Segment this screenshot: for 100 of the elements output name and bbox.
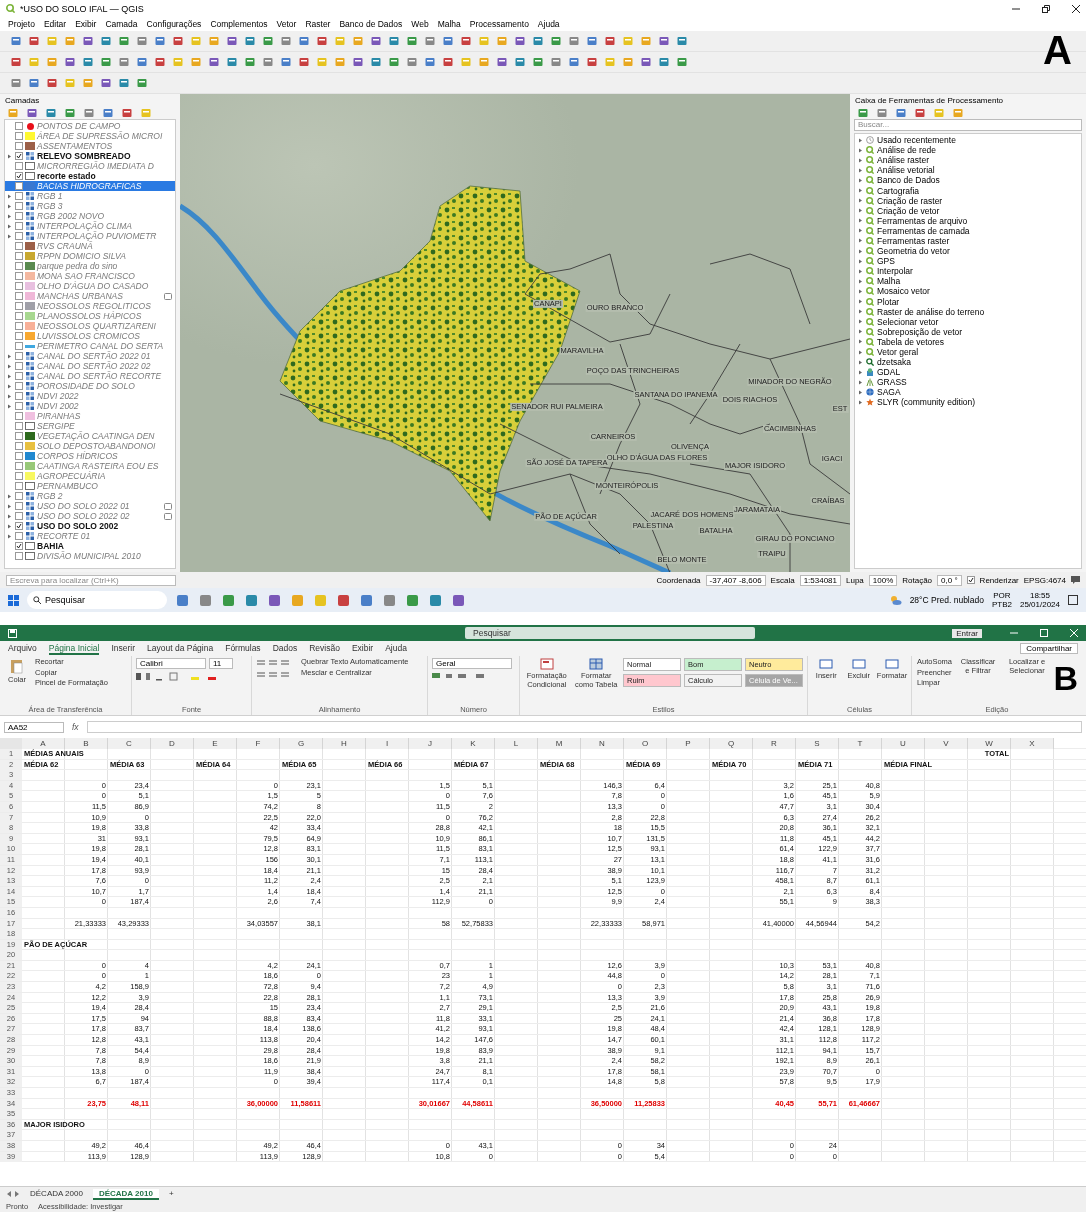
layer-item[interactable]: PERNAMBUCO — [5, 481, 175, 491]
ribbon-tab[interactable]: Inserir — [111, 642, 135, 655]
layer-item[interactable]: RPPN DOMICIO SILVA — [5, 251, 175, 261]
layer-item[interactable]: RGB 2 — [5, 491, 175, 501]
rotation-field[interactable]: 0,0 ° — [937, 574, 962, 586]
column-header[interactable]: R — [753, 738, 796, 749]
layer-checkbox[interactable] — [15, 162, 23, 170]
coordinate-field[interactable]: -37,407 -8,606 — [705, 574, 766, 586]
layer-checkbox[interactable] — [15, 302, 23, 310]
column-header[interactable]: I — [366, 738, 409, 749]
layer-checkbox[interactable] — [15, 372, 23, 380]
toolbox-item[interactable]: Análise vetorial — [855, 165, 1081, 176]
layer-checkbox[interactable] — [15, 472, 23, 480]
layer-checkbox[interactable] — [15, 512, 23, 520]
column-header[interactable]: A — [22, 738, 65, 749]
ribbon-tab[interactable]: Arquivo — [8, 642, 37, 655]
layer-item[interactable]: PERIMETRO CANAL DO SERTA — [5, 341, 175, 351]
column-header[interactable]: U — [882, 738, 925, 749]
menu-item[interactable]: Editar — [43, 19, 67, 29]
layer-item[interactable]: LUVISSOLOS CROMICOS — [5, 331, 175, 341]
toolbox-item[interactable]: GDAL — [855, 367, 1081, 378]
layer-item[interactable]: VEGETAÇÃO CAATINGA DEN — [5, 431, 175, 441]
layer-checkbox[interactable] — [15, 262, 23, 270]
toolbox-item[interactable]: Geometria do vetor — [855, 246, 1081, 257]
taskbar-app-button[interactable] — [267, 592, 282, 608]
layer-item[interactable]: parque pedra do sino — [5, 261, 175, 271]
column-header[interactable]: D — [151, 738, 194, 749]
menu-item[interactable]: Banco de Dados — [339, 19, 403, 29]
toolbox-item[interactable]: Usado recentemente — [855, 135, 1081, 146]
font-name-field[interactable]: Calibri — [136, 658, 206, 669]
toolbox-item[interactable]: GRASS — [855, 377, 1081, 388]
magnifier-field[interactable]: 100% — [868, 574, 898, 586]
column-header[interactable]: S — [796, 738, 839, 749]
taskbar-app-button[interactable] — [336, 592, 351, 608]
formula-field[interactable] — [86, 721, 1082, 733]
layer-checkbox[interactable] — [15, 202, 23, 210]
toolbox-item[interactable]: Criação de raster — [855, 195, 1081, 206]
menu-item[interactable]: Complementos — [210, 19, 268, 29]
column-header[interactable]: E — [194, 738, 237, 749]
ribbon-tab[interactable]: Dados — [272, 642, 298, 655]
layer-item[interactable]: NEOSSOLOS QUARTIZARENI — [5, 321, 175, 331]
column-header[interactable]: K — [452, 738, 495, 749]
layer-item[interactable]: PONTOS DE CAMPO — [5, 121, 175, 131]
layer-item[interactable]: NDVI 2022 — [5, 391, 175, 401]
toolbox-item[interactable]: Criação de vetor — [855, 205, 1081, 216]
locator-search-field[interactable]: Escreva para localizar (Ctrl+K) — [6, 574, 176, 586]
layer-item[interactable]: CANAL DO SERTÃO 2022 01 — [5, 351, 175, 361]
ribbon-tab[interactable]: Layout da Página — [147, 642, 214, 655]
toolbox-item[interactable]: Cartografia — [855, 185, 1081, 196]
toolbox-item[interactable]: Malha — [855, 276, 1081, 287]
layer-checkbox[interactable] — [15, 532, 23, 540]
toolbox-item[interactable]: Sobreposição de vetor — [855, 326, 1081, 337]
ribbon-tab[interactable]: Página Inicial — [48, 642, 100, 655]
layer-item[interactable]: RVS CRAUNÃ — [5, 241, 175, 251]
toolbox-item[interactable]: SLYR (community edition) — [855, 397, 1081, 408]
layer-checkbox[interactable] — [15, 222, 23, 230]
layer-checkbox[interactable] — [15, 442, 23, 450]
menu-item[interactable]: Configurações — [146, 19, 202, 29]
layer-item[interactable]: RECORTE 01 — [5, 531, 175, 541]
layer-checkbox[interactable] — [15, 132, 23, 140]
taskbar-app-button[interactable] — [382, 592, 397, 608]
layer-checkbox[interactable] — [15, 332, 23, 340]
column-header[interactable]: J — [409, 738, 452, 749]
name-box[interactable]: AA52 — [4, 721, 64, 733]
menu-item[interactable]: Malha — [437, 19, 461, 29]
toolbox-item[interactable]: Ferramentas raster — [855, 235, 1081, 247]
layer-checkbox[interactable] — [15, 212, 23, 220]
layer-checkbox[interactable] — [15, 292, 23, 300]
layer-checkbox[interactable] — [15, 312, 23, 320]
layer-checkbox[interactable] — [15, 352, 23, 360]
layer-checkbox[interactable] — [15, 482, 23, 490]
menu-item[interactable]: Ajuda — [537, 19, 560, 29]
column-header[interactable]: L — [495, 738, 538, 749]
menu-item[interactable]: Projeto — [8, 19, 35, 29]
column-header[interactable]: F — [237, 738, 280, 749]
toolbox-item[interactable]: Análise raster — [855, 155, 1081, 166]
toolbox-item[interactable]: Raster de análise do terreno — [855, 306, 1081, 317]
layer-checkbox[interactable] — [15, 492, 23, 500]
layer-checkbox[interactable] — [15, 122, 23, 130]
layer-checkbox[interactable] — [15, 242, 23, 250]
layer-item[interactable]: RGB 3 — [5, 201, 175, 211]
menu-item[interactable]: Web — [411, 19, 429, 29]
crs-button[interactable]: EPSG:4674 — [1023, 575, 1066, 585]
layer-item[interactable]: CANAL DO SERTÃO 2022 02 — [5, 361, 175, 371]
sign-in-button[interactable]: Entrar — [952, 628, 982, 638]
layer-item[interactable]: NEOSSOLOS REGOLITICOS — [5, 301, 175, 311]
column-header[interactable]: H — [323, 738, 366, 749]
toolbox-item[interactable]: Mosaico vetor — [855, 286, 1081, 297]
layer-checkbox[interactable] — [15, 232, 23, 240]
menu-item[interactable]: Camada — [105, 19, 138, 29]
toolbox-item[interactable]: Análise de rede — [855, 145, 1081, 156]
layer-item[interactable]: RELEVO SOMBREADO — [5, 151, 175, 161]
layer-checkbox[interactable] — [15, 522, 23, 530]
layer-item[interactable]: RGB 1 — [5, 191, 175, 201]
toolbox-item[interactable]: dzetsaka — [855, 357, 1081, 368]
layer-item[interactable]: USO DO SOLO 2022 02 — [5, 511, 175, 521]
layer-item[interactable]: ASSENTAMENTOS — [5, 141, 175, 151]
ribbon-tab[interactable]: Exibir — [351, 642, 374, 655]
layer-checkbox[interactable] — [15, 502, 23, 510]
taskbar-app-button[interactable] — [451, 592, 466, 608]
